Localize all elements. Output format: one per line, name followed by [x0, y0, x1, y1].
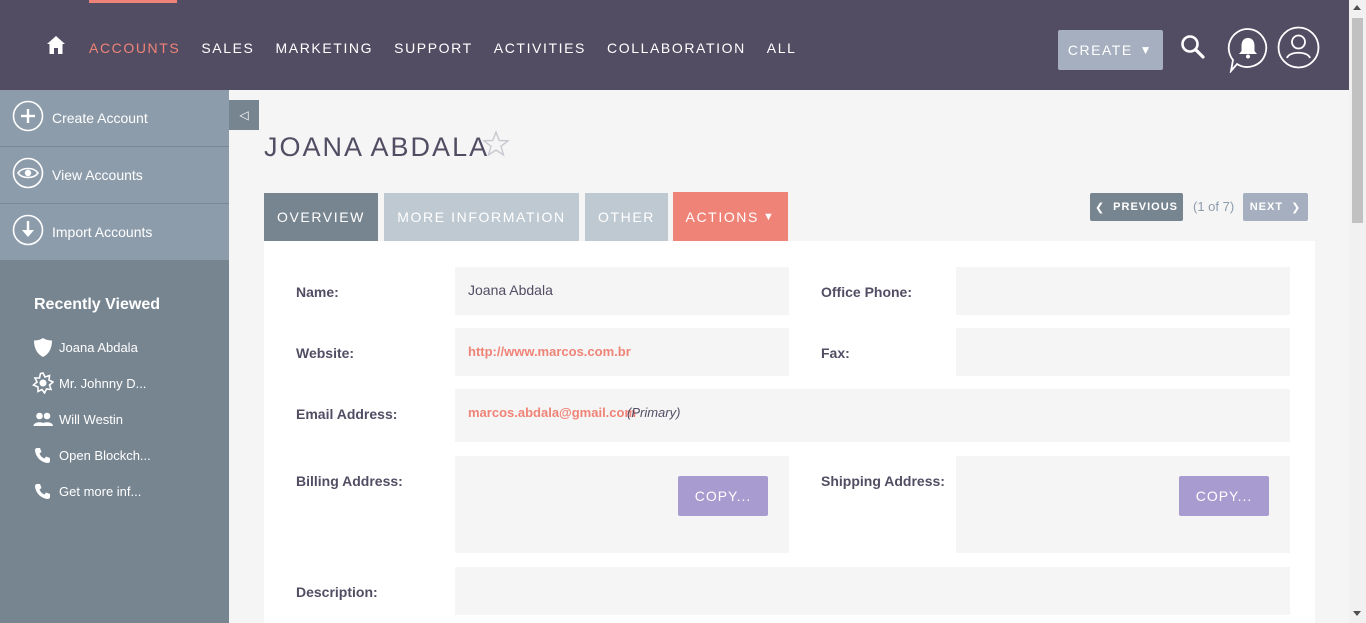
badge-icon	[32, 372, 54, 394]
nav-all[interactable]: ALL	[767, 40, 797, 56]
phone-icon	[35, 484, 50, 499]
description-field[interactable]	[455, 567, 1290, 615]
copy-billing-button[interactable]: COPY...	[678, 476, 768, 516]
recent-item-label: Get more inf...	[59, 483, 142, 499]
nav-sales[interactable]: SALES	[201, 40, 254, 56]
previous-label: PREVIOUS	[1113, 201, 1179, 213]
tab-more-information[interactable]: MORE INFORMATION	[384, 193, 579, 241]
recently-viewed-title: Recently Viewed	[34, 296, 160, 313]
website-link[interactable]: http://www.marcos.com.br	[468, 344, 631, 359]
copy-shipping-button[interactable]: COPY...	[1179, 476, 1269, 516]
nav-activities[interactable]: ACTIVITIES	[494, 40, 586, 56]
import-accounts-label: Import Accounts	[52, 224, 153, 240]
shipping-address-field[interactable]: COPY...	[956, 456, 1290, 553]
caret-down-icon: ▼	[762, 210, 776, 223]
import-accounts-action[interactable]: Import Accounts	[0, 204, 229, 260]
create-button[interactable]: CREATE ▼	[1058, 30, 1163, 70]
name-value: Joana Abdala	[468, 282, 553, 298]
sidebar-actions: Create Account View Accounts Import Acco…	[0, 90, 229, 260]
create-account-action[interactable]: Create Account	[0, 90, 229, 147]
home-icon[interactable]	[45, 34, 67, 56]
detail-panel: Name: Joana Abdala Office Phone: Website…	[264, 241, 1315, 623]
nav-collaboration[interactable]: COLLABORATION	[607, 40, 746, 56]
create-account-label: Create Account	[52, 110, 148, 126]
page-title: JOANA ABDALA	[264, 132, 490, 162]
fax-label: Fax:	[821, 345, 850, 361]
recent-item[interactable]: Mr. Johnny D...	[32, 372, 146, 394]
nav-accounts[interactable]: ACCOUNTS	[89, 40, 180, 56]
scroll-down-icon[interactable]	[1353, 611, 1361, 616]
recent-item-label: Open Blockch...	[59, 447, 151, 463]
chevron-right-icon: ❯	[1291, 201, 1302, 214]
eye-icon	[12, 157, 44, 189]
website-label: Website:	[296, 345, 355, 361]
name-label: Name:	[296, 284, 339, 300]
tab-overview[interactable]: OVERVIEW	[264, 193, 378, 241]
recent-item[interactable]: Open Blockch...	[32, 444, 151, 466]
page-scrollbar[interactable]	[1349, 0, 1366, 623]
next-label: NEXT	[1249, 201, 1284, 213]
pagination-count: (1 of 7)	[1193, 199, 1235, 214]
collapse-arrow-icon: ◁	[239, 108, 249, 122]
sidebar-collapse-button[interactable]: ◁	[229, 100, 259, 130]
fax-field[interactable]	[956, 328, 1290, 376]
next-button[interactable]: NEXT ❯	[1243, 193, 1308, 221]
scrollbar-thumb[interactable]	[1352, 18, 1363, 223]
shipping-address-label: Shipping Address:	[821, 473, 945, 489]
description-label: Description:	[296, 584, 378, 600]
office-phone-label: Office Phone:	[821, 284, 913, 300]
recent-item-label: Will Westin	[59, 411, 124, 427]
office-phone-field[interactable]	[956, 267, 1290, 315]
nav-marketing[interactable]: MARKETING	[276, 40, 374, 56]
top-navbar: ACCOUNTS SALES MARKETING SUPPORT ACTIVIT…	[0, 0, 1349, 90]
recent-item[interactable]: Joana Abdala	[32, 336, 138, 358]
recent-item[interactable]: Will Westin	[32, 408, 123, 430]
recent-item-label: Mr. Johnny D...	[59, 375, 147, 391]
plus-circle-icon	[12, 100, 44, 132]
notification-bell-icon[interactable]	[1227, 27, 1269, 73]
website-field[interactable]: http://www.marcos.com.br	[455, 328, 789, 376]
billing-address-label: Billing Address:	[296, 473, 403, 489]
recent-item-label: Joana Abdala	[59, 339, 138, 355]
import-arrow-icon	[12, 214, 44, 246]
favorite-star-icon[interactable]	[482, 130, 510, 158]
caret-down-icon: ▼	[1139, 43, 1154, 57]
create-button-label: CREATE	[1067, 42, 1133, 58]
recent-item[interactable]: Get more inf...	[32, 480, 141, 502]
email-primary-tag: (Primary)	[627, 405, 681, 420]
people-icon	[33, 412, 53, 426]
email-label: Email Address:	[296, 406, 398, 422]
tab-actions[interactable]: ACTIONS ▼	[673, 192, 788, 241]
view-accounts-action[interactable]: View Accounts	[0, 147, 229, 204]
name-field[interactable]: Joana Abdala	[455, 267, 789, 315]
tab-actions-label: ACTIONS	[685, 208, 759, 225]
scroll-up-icon[interactable]	[1353, 5, 1361, 10]
email-field[interactable]: marcos.abdala@gmail.com (Primary)	[455, 389, 1290, 442]
shield-icon	[34, 338, 52, 357]
email-link[interactable]: marcos.abdala@gmail.com	[468, 405, 636, 420]
main-menu: ACCOUNTS SALES MARKETING SUPPORT ACTIVIT…	[89, 40, 818, 56]
phone-icon	[35, 448, 50, 463]
chevron-left-icon: ❮	[1094, 201, 1106, 214]
nav-support[interactable]: SUPPORT	[394, 40, 473, 56]
user-profile-icon[interactable]	[1277, 26, 1320, 69]
sidebar: Create Account View Accounts Import Acco…	[0, 90, 229, 623]
tab-other[interactable]: OTHER	[585, 193, 668, 241]
active-tab-indicator	[89, 0, 177, 3]
search-icon[interactable]	[1180, 34, 1206, 60]
view-accounts-label: View Accounts	[52, 167, 143, 183]
previous-button[interactable]: ❮ PREVIOUS	[1090, 193, 1183, 221]
billing-address-field[interactable]: COPY...	[455, 456, 789, 553]
